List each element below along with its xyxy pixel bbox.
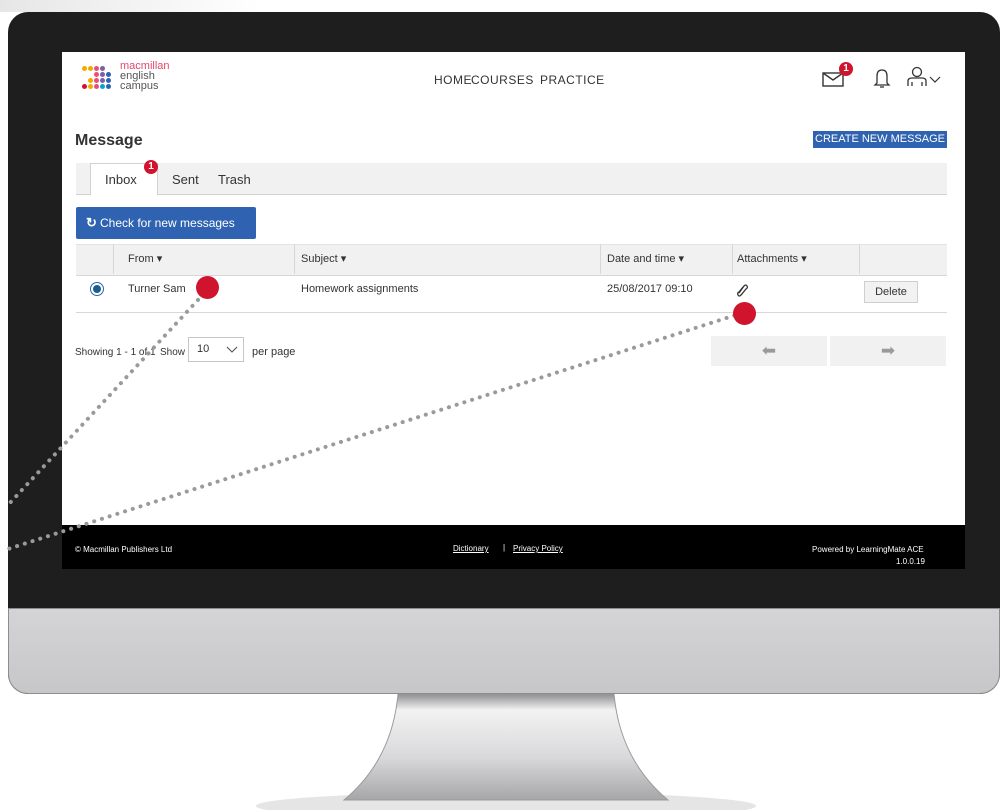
nav-home[interactable]: HOME <box>434 73 472 87</box>
column-divider <box>732 244 733 274</box>
sort-down-icon: ▾ <box>156 253 163 265</box>
mail-badge: 1 <box>839 62 853 76</box>
arrow-right-icon: ➡ <box>880 341 896 360</box>
check-messages-button[interactable]: ↻ Check for new messages <box>76 207 256 239</box>
monitor-chin <box>8 608 1000 694</box>
footer-privacy-link[interactable]: Privacy Policy <box>513 544 563 553</box>
header-attachments[interactable]: Attachments ▾ <box>737 252 807 265</box>
row-from: Turner Sam <box>128 283 186 295</box>
sort-down-icon: ▾ <box>801 253 807 265</box>
per-page-select[interactable]: 10 <box>188 337 244 362</box>
logo-line-campus: campus <box>120 80 159 92</box>
nav-practice[interactable]: PRACTICE <box>540 73 605 87</box>
tab-trash[interactable]: Trash <box>218 163 251 194</box>
header-date-label: Date and time <box>607 253 676 265</box>
callout-marker-from <box>196 276 219 299</box>
inbox-badge: 1 <box>144 160 158 174</box>
header-from-label: From <box>128 253 154 265</box>
prev-page-button[interactable]: ⬅ <box>711 336 827 366</box>
showing-count: Showing 1 - 1 of 1 <box>75 347 156 358</box>
sort-down-icon: ▾ <box>340 253 347 265</box>
column-divider <box>113 244 114 274</box>
chevron-down-icon[interactable] <box>929 72 941 83</box>
per-page-label: per page <box>252 346 296 358</box>
footer: © Macmillan Publishers Ltd Dictionary | … <box>62 525 965 569</box>
footer-separator: | <box>503 543 506 552</box>
next-page-button[interactable]: ➡ <box>830 336 946 366</box>
create-message-button[interactable]: CREATE NEW MESSAGE <box>813 131 947 148</box>
bell-icon[interactable] <box>873 67 891 89</box>
app-screen: macmillan english campus HOME COURSES PR… <box>62 52 965 569</box>
row-subject[interactable]: Homework assignments <box>301 283 418 295</box>
row-radio[interactable] <box>90 282 104 296</box>
delete-button[interactable]: Delete <box>864 281 918 303</box>
footer-copyright: © Macmillan Publishers Ltd <box>75 545 173 554</box>
per-page-value: 10 <box>197 343 210 355</box>
column-divider <box>600 244 601 274</box>
header-subject[interactable]: Subject ▾ <box>301 252 346 265</box>
tab-inbox[interactable]: Inbox <box>105 163 137 194</box>
header-subject-label: Subject <box>301 253 338 265</box>
footer-powered: Powered by LearningMate ACE <box>812 545 924 554</box>
callout-marker-attachment <box>733 302 756 325</box>
arrow-left-icon: ⬅ <box>761 341 777 360</box>
header-date[interactable]: Date and time ▾ <box>607 252 684 265</box>
paperclip-icon[interactable] <box>736 283 748 297</box>
tab-sent[interactable]: Sent <box>172 163 199 194</box>
show-label: Show <box>160 347 186 358</box>
logo-icon <box>82 62 118 98</box>
check-messages-label: Check for new messages <box>100 216 235 230</box>
chevron-down-icon <box>226 338 238 370</box>
footer-dictionary-link[interactable]: Dictionary <box>453 544 489 553</box>
column-divider <box>859 244 860 274</box>
header-from[interactable]: From ▾ <box>128 252 162 265</box>
footer-version: 1.0.0.19 <box>896 557 925 566</box>
header-attachments-label: Attachments <box>737 253 799 265</box>
sort-down-icon: ▾ <box>678 253 685 265</box>
page-title: Message <box>75 132 143 149</box>
nav-courses[interactable]: COURSES <box>471 73 534 87</box>
row-date: 25/08/2017 09:10 <box>607 283 693 295</box>
table-header <box>76 244 947 276</box>
user-icon[interactable] <box>906 66 928 88</box>
refresh-icon: ↻ <box>86 215 97 230</box>
tab-bar <box>76 163 947 195</box>
column-divider <box>294 244 295 274</box>
logo-text: macmillan english campus <box>120 61 170 92</box>
